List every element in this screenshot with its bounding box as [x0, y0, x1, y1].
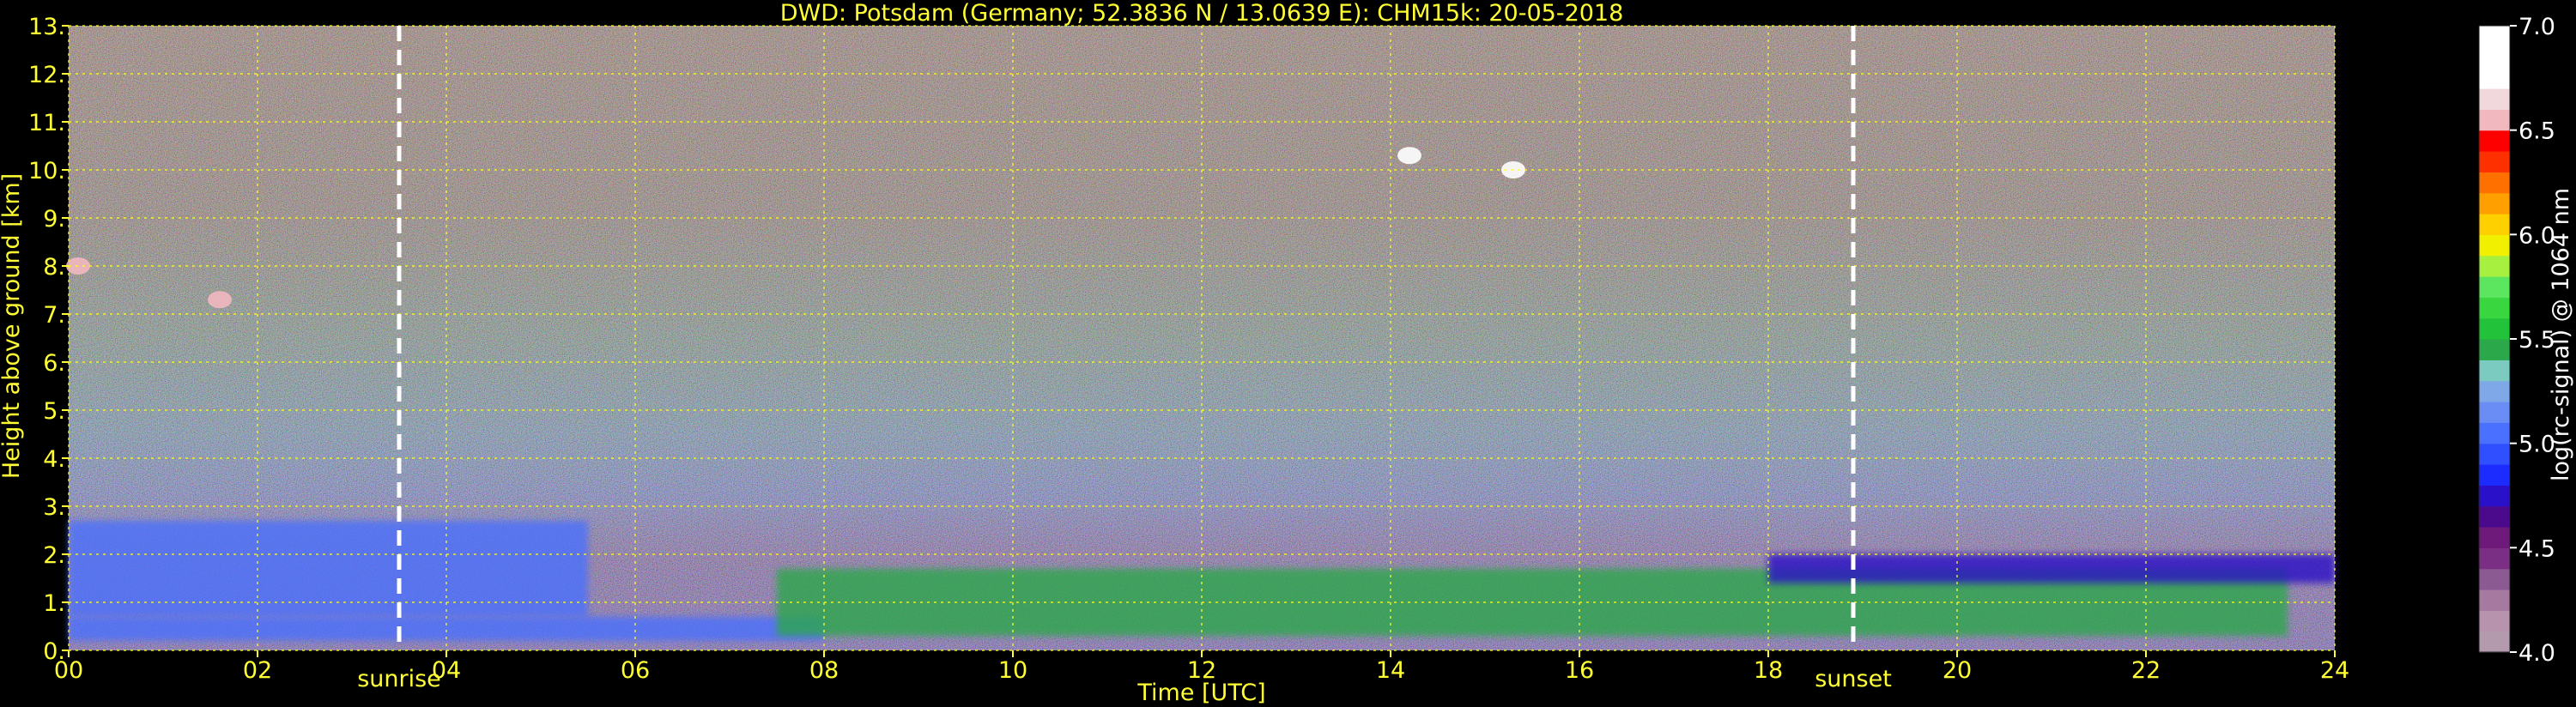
colorbar-segment — [2479, 276, 2510, 298]
y-tick-label: 10. — [28, 158, 65, 184]
y-tick-label: 9. — [43, 206, 65, 233]
ceilometer-figure: DWD: Potsdam (Germany; 52.3836 N / 13.06… — [0, 0, 2576, 707]
colorbar-segment — [2479, 317, 2510, 340]
colorbar-segment — [2479, 485, 2510, 507]
y-tick-label: 1. — [43, 590, 65, 617]
x-tick-label: 20 — [1943, 657, 1972, 684]
colorbar-segment — [2479, 631, 2510, 653]
colorbar-segment — [2479, 360, 2510, 382]
x-tick-label: 06 — [621, 657, 650, 684]
colorbar-segment — [2479, 234, 2510, 257]
colorbar-segment — [2479, 380, 2510, 402]
colorbar-segment — [2479, 422, 2510, 444]
colorbar-tick-label: 7.0 — [2518, 14, 2555, 40]
colorbar-segment — [2479, 610, 2510, 632]
colorbar-segment — [2479, 172, 2510, 194]
y-tick-label: 7. — [43, 302, 65, 329]
y-tick-label: 5. — [43, 398, 65, 425]
colorbar-segment — [2479, 130, 2510, 152]
y-tick-label: 6. — [43, 350, 65, 377]
x-tick-label: 12 — [1187, 657, 1216, 684]
colorbar-segment — [2479, 339, 2510, 360]
x-tick-label: 14 — [1376, 657, 1405, 684]
colorbar-segment — [2479, 109, 2510, 131]
y-tick-label: 13. — [28, 14, 65, 40]
cloud-patch — [208, 291, 232, 309]
colorbar-segment — [2479, 443, 2510, 465]
colorbar-segment — [2479, 547, 2510, 570]
y-tick-label: 0. — [43, 638, 65, 665]
x-tick-label: 18 — [1754, 657, 1783, 684]
colorbar-segment — [2479, 67, 2510, 89]
colorbar-segment — [2479, 255, 2510, 277]
colorbar-segment — [2479, 26, 2510, 47]
colorbar-segment — [2479, 151, 2510, 172]
colorbar-segment — [2479, 589, 2510, 611]
colorbar-segment — [2479, 527, 2510, 548]
y-tick-label: 11. — [28, 110, 65, 136]
colorbar-segment — [2479, 464, 2510, 486]
colorbar-segment — [2479, 192, 2510, 215]
colorbar-segment — [2479, 568, 2510, 590]
colorbar-segment — [2479, 402, 2510, 423]
x-tick-label: 08 — [809, 657, 839, 684]
y-tick-label: 12. — [28, 62, 65, 88]
colorbar-tick-label: 6.5 — [2518, 118, 2555, 145]
y-tick-label: 4. — [43, 446, 65, 473]
chart-svg: DWD: Potsdam (Germany; 52.3836 N / 13.06… — [0, 0, 2574, 706]
y-tick-label: 8. — [43, 254, 65, 281]
colorbar-segment — [2479, 297, 2510, 319]
colorbar-segment — [2479, 505, 2510, 528]
colorbar-tick-label: 4.0 — [2518, 640, 2555, 667]
x-tick-label: 10 — [998, 657, 1027, 684]
colorbar-segment — [2479, 88, 2510, 110]
chart-title: DWD: Potsdam (Germany; 52.3836 N / 13.06… — [780, 0, 1624, 27]
x-tick-label: 16 — [1565, 657, 1594, 684]
x-tick-label: 24 — [2320, 657, 2349, 684]
colorbar-label: log(rc-signal) @ 1064 nm — [2548, 188, 2574, 481]
cloud-patch — [1397, 147, 1421, 165]
colorbar-tick-label: 4.5 — [2518, 535, 2555, 562]
colorbar-segment — [2479, 46, 2510, 69]
x-tick-label: 02 — [243, 657, 272, 684]
x-tick-label: 22 — [2131, 657, 2161, 684]
y-tick-label: 2. — [43, 542, 65, 569]
y-axis-label: Height above ground [km] — [0, 173, 25, 479]
y-tick-label: 3. — [43, 494, 65, 521]
colorbar-segment — [2479, 214, 2510, 235]
event-label-sunrise: sunrise — [357, 666, 441, 692]
event-label-sunset: sunset — [1815, 666, 1892, 692]
